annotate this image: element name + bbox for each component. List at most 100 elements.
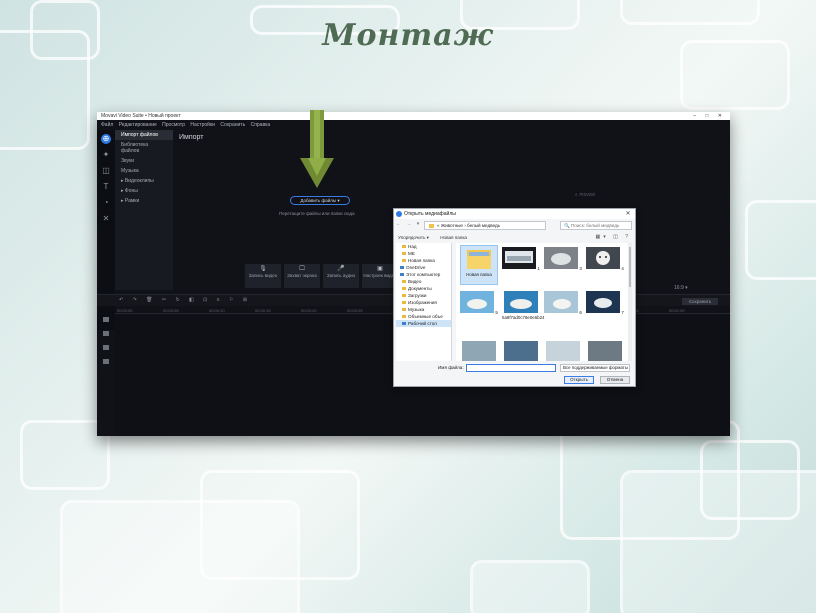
file-item[interactable]: 6	[544, 289, 582, 315]
export-button[interactable]: Сохранить	[682, 298, 718, 305]
sidebar-item-music[interactable]: Музыка	[115, 166, 173, 176]
nav-item-this-pc[interactable]: Этот компьютер	[396, 271, 451, 278]
nav-item[interactable]: Над	[396, 243, 451, 250]
file-item-partial[interactable]	[544, 339, 582, 361]
ruler-mark: 00:01:00	[669, 308, 685, 313]
menu-file[interactable]: Файл	[101, 122, 113, 128]
stickers-tool-icon[interactable]: ◔	[101, 198, 111, 208]
address-bar[interactable]: « Животные › белый медведь	[424, 221, 546, 230]
menu-help[interactable]: Справка	[251, 122, 271, 128]
cancel-button[interactable]: Отмена	[600, 376, 630, 384]
dialog-title: Открыть медиафайлы	[404, 211, 456, 217]
video-thumbnail	[460, 291, 495, 313]
ruler-mark: 00:00:00	[117, 308, 133, 313]
file-grid: Новая папка 1 3 4 5 5a9f7ad0c78e0e6b24 6…	[456, 243, 632, 361]
decor-frame	[470, 560, 590, 613]
nav-item[interactable]: Новая папка	[396, 257, 451, 264]
file-item[interactable]: 1	[502, 245, 540, 271]
video-track-icon[interactable]	[103, 331, 109, 336]
title-track-icon[interactable]	[103, 317, 109, 322]
aspect-ratio-select[interactable]: 16:9 ▾	[674, 285, 688, 291]
sidebar-item-videoclips[interactable]: ▸ Видеоклипы	[115, 176, 173, 186]
window-controls[interactable]: – □ ✕	[693, 112, 726, 120]
menu-settings[interactable]: Настройки	[190, 122, 215, 128]
record-video-button[interactable]: 🎙 Запись видео	[245, 264, 281, 288]
import-tool-icon[interactable]: ⊕	[101, 134, 111, 144]
video-thumbnail	[504, 341, 538, 361]
cube-icon	[402, 315, 406, 318]
timeline-tools[interactable]: ↶ ↷ 🗑 ✂ ↻ ◧ ⊡ ≡ ⚐ ⊞	[119, 297, 251, 303]
scrollbar-thumb[interactable]	[629, 247, 631, 287]
video-folder-icon	[402, 280, 406, 283]
nav-item-desktop[interactable]: Рабочий стол	[396, 320, 451, 327]
file-item[interactable]: 5a9f7ad0c78e0e6b24	[502, 289, 545, 320]
file-item-partial[interactable]	[586, 339, 624, 361]
music-track-icon[interactable]	[103, 359, 109, 364]
file-item[interactable]: Новая папка	[460, 245, 498, 285]
editor-screenshot: Movavi Video Suite • Новый проект – □ ✕ …	[97, 112, 730, 436]
import-heading: Импорт	[179, 134, 204, 141]
video-thumbnail	[588, 341, 622, 361]
filters-tool-icon[interactable]: ✦	[101, 150, 111, 160]
search-input[interactable]: 🔍 Поиск: белый медведь	[560, 221, 632, 230]
folder-icon	[429, 223, 434, 228]
open-button[interactable]: Открыть	[564, 376, 594, 384]
drag-hint: Перетащите файлы или папки сюда	[279, 211, 355, 216]
menu-edit[interactable]: Редактирование	[119, 122, 157, 128]
nav-item-pictures[interactable]: Изображения	[396, 299, 451, 306]
file-item-partial[interactable]	[502, 339, 540, 361]
nav-item-downloads[interactable]: Загрузки	[396, 292, 451, 299]
dialog-titlebar: Открыть медиафайлы ✕	[394, 209, 635, 219]
file-type-filter[interactable]: Все поддерживаемые форматы ▾	[560, 364, 630, 372]
screen-capture-button[interactable]: 🖵 Захват экрана	[284, 264, 320, 288]
nav-item[interactable]: МЕ	[396, 250, 451, 257]
ruler-mark: 00:00:20	[301, 308, 317, 313]
transitions-tool-icon[interactable]: ◫	[101, 166, 111, 176]
preview-watermark: ◐ movavi	[575, 192, 596, 198]
video-thumbnail	[504, 291, 538, 313]
nav-item-onedrive[interactable]: OneDrive	[396, 264, 451, 271]
menu-save[interactable]: Сохранить	[220, 122, 245, 128]
ruler-mark: 00:00:15	[255, 308, 271, 313]
nav-item-documents[interactable]: Документы	[396, 285, 451, 292]
audio-track-icon[interactable]	[103, 345, 109, 350]
nav-item-music[interactable]: Музыка	[396, 306, 451, 313]
add-files-button[interactable]: Добавить файлы ▾	[290, 196, 350, 205]
nav-item-3d-objects[interactable]: Объемные объе	[396, 313, 451, 320]
close-icon[interactable]: ✕	[623, 209, 633, 219]
view-controls[interactable]: ▦▾ ◫ ?	[595, 234, 631, 240]
new-folder-button[interactable]: Новая папка	[440, 235, 467, 240]
file-item[interactable]: 7	[586, 289, 624, 315]
video-thumbnail	[462, 341, 496, 361]
window-title: Movavi Video Suite • Новый проект	[101, 113, 181, 119]
ruler-mark: 00:00:25	[347, 308, 363, 313]
file-item[interactable]: 5	[460, 289, 498, 315]
sidebar-item-sounds[interactable]: Звуки	[115, 156, 173, 166]
sidebar-item-frames[interactable]: ▸ Рамки	[115, 196, 173, 206]
pointer-arrow-icon	[300, 110, 334, 188]
file-item-partial[interactable]	[460, 339, 498, 361]
titles-tool-icon[interactable]: T	[101, 182, 111, 192]
ruler-mark: 00:00:10	[209, 308, 225, 313]
document-folder-icon	[402, 287, 406, 290]
video-thumbnail	[502, 247, 537, 269]
sidebar-item-library[interactable]: Библиотека файлов	[115, 140, 173, 156]
menu-view[interactable]: Просмотр	[162, 122, 185, 128]
file-item[interactable]: 4	[586, 245, 624, 271]
filename-input[interactable]	[466, 364, 556, 372]
file-grid-scrollbar[interactable]	[628, 243, 632, 361]
sidebar-item-import-files[interactable]: Импорт файлов	[115, 130, 173, 140]
decor-frame	[700, 440, 800, 520]
video-thumbnail	[544, 291, 579, 313]
import-sidebar: Импорт файлов Библиотека файлов Звуки Му…	[115, 130, 173, 290]
open-media-dialog: Открыть медиафайлы ✕ ← → ▾ ↑ « Животные …	[393, 208, 636, 387]
video-thumbnail	[586, 291, 621, 313]
file-item[interactable]: 3	[544, 245, 582, 271]
organize-button[interactable]: Упорядочить ▾	[398, 235, 429, 240]
nav-item-videos[interactable]: Видео	[396, 278, 451, 285]
record-audio-button[interactable]: 🎤 Запись аудио	[323, 264, 359, 288]
folder-icon	[402, 252, 406, 255]
sidebar-item-backgrounds[interactable]: ▸ Фоны	[115, 186, 173, 196]
menu-bar: Файл Редактирование Просмотр Настройки С…	[97, 121, 730, 129]
more-tools-icon[interactable]: ✕	[101, 214, 111, 224]
